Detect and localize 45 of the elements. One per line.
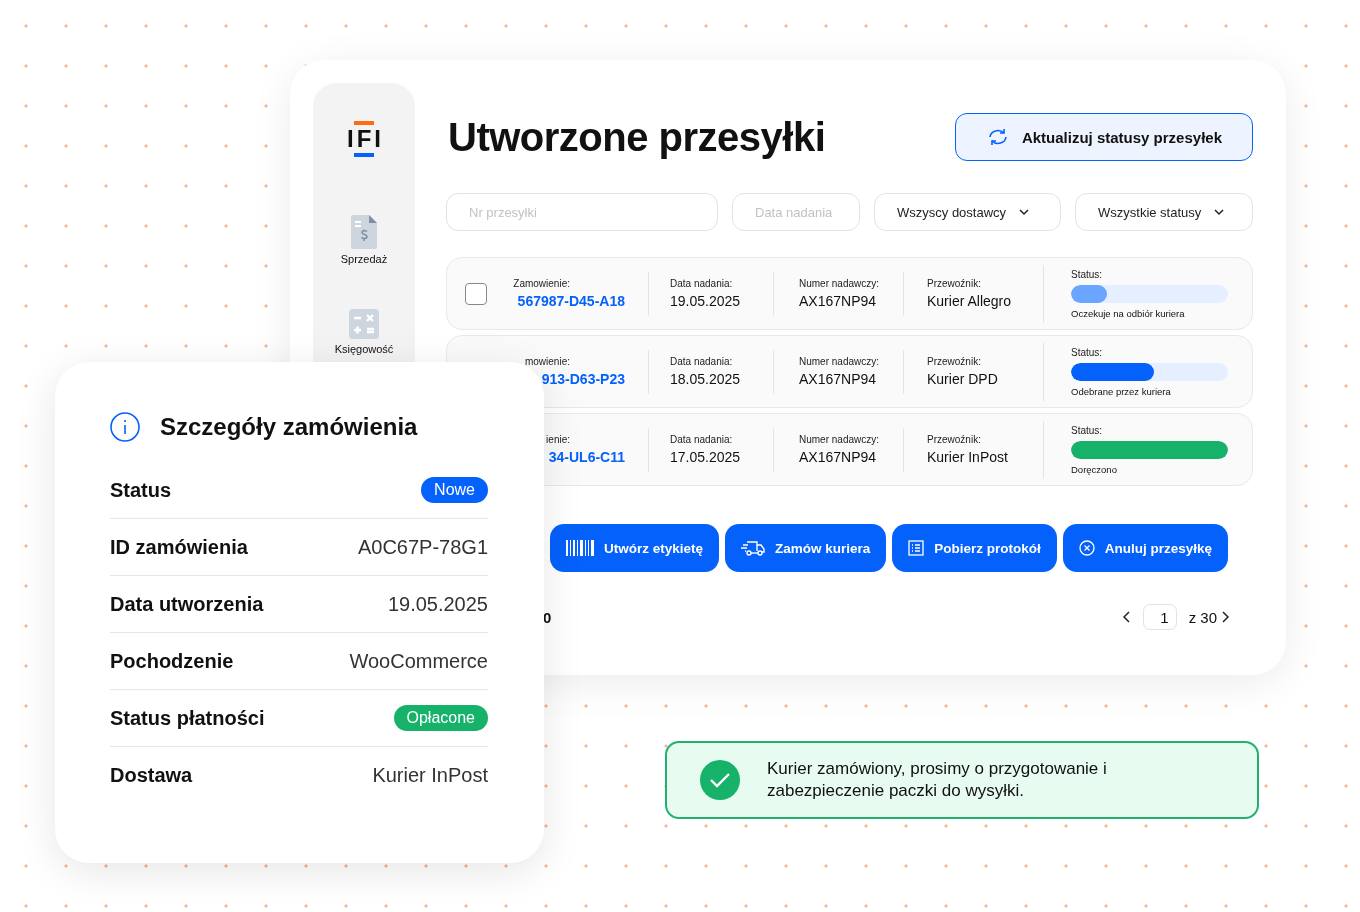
field-label: Data nadania: (670, 356, 734, 367)
carrier-name: Kurier DPD (927, 371, 999, 387)
status-badge: Opłacone (393, 705, 488, 731)
field-label: Data nadania: (670, 434, 734, 445)
status-text: Oczekuje na odbiór kuriera (1071, 307, 1186, 319)
field-label: Numer nadawczy: (799, 278, 881, 289)
field-label: ienie: (546, 434, 570, 445)
card-title: Szczegóły zamówienia (160, 413, 418, 441)
detail-label: Dostawa (110, 763, 193, 787)
toast-message: Kurier zamówiony, prosimy o przygotowanie i zabezpieczenie paczki do wysyłki. (767, 758, 1108, 802)
field-label: Numer nadawczy: (799, 356, 881, 367)
date-value: 18.05.2025 (670, 371, 742, 387)
detail-label: Data utworzenia (110, 592, 264, 616)
logo: IFI (344, 121, 384, 157)
field-label: Przewoźnik: (927, 434, 982, 445)
field-label: Status: (1071, 424, 1104, 436)
date-value: 17.05.2025 (670, 449, 742, 465)
carrier-name: Kurier InPost (927, 449, 1009, 465)
page-title: Utworzone przesyłki (448, 114, 826, 160)
field-label: Przewoźnik: (927, 278, 982, 289)
status-text: Doręczono (1071, 463, 1118, 475)
field-label: mowienie: (524, 356, 570, 367)
status-text: Odebrane przez kuriera (1071, 385, 1172, 397)
date-value: 19.05.2025 (670, 293, 742, 309)
field-label: Data nadania: (670, 278, 734, 289)
field-label: Zamowienie: (513, 278, 570, 289)
page-count: z 30 (1188, 608, 1217, 626)
field-label: Numer nadawczy: (799, 434, 881, 445)
field-label: Status: (1071, 268, 1104, 280)
detail-label: Pochodzenie (110, 649, 234, 673)
total-count: 0 (543, 608, 552, 626)
detail-value: A0C67P-78G1 (357, 535, 488, 559)
status-badge: Nowe (421, 477, 488, 503)
carrier-name: Kurier Allegro (927, 293, 1013, 309)
tracking-number: AX167NP94 (799, 371, 878, 387)
tracking-number: AX167NP94 (799, 449, 878, 465)
detail-value: Kurier InPost (372, 763, 488, 787)
tracking-number: AX167NP94 (799, 293, 878, 309)
detail-label: Status (110, 478, 172, 502)
detail-value: 19.05.2025 (387, 592, 488, 616)
field-label: Status: (1071, 346, 1104, 358)
detail-value: WooCommerce (349, 649, 488, 673)
field-label: Przewoźnik: (927, 356, 982, 367)
detail-label: ID zamówienia (110, 535, 248, 559)
detail-label: Status płatności (110, 706, 265, 730)
